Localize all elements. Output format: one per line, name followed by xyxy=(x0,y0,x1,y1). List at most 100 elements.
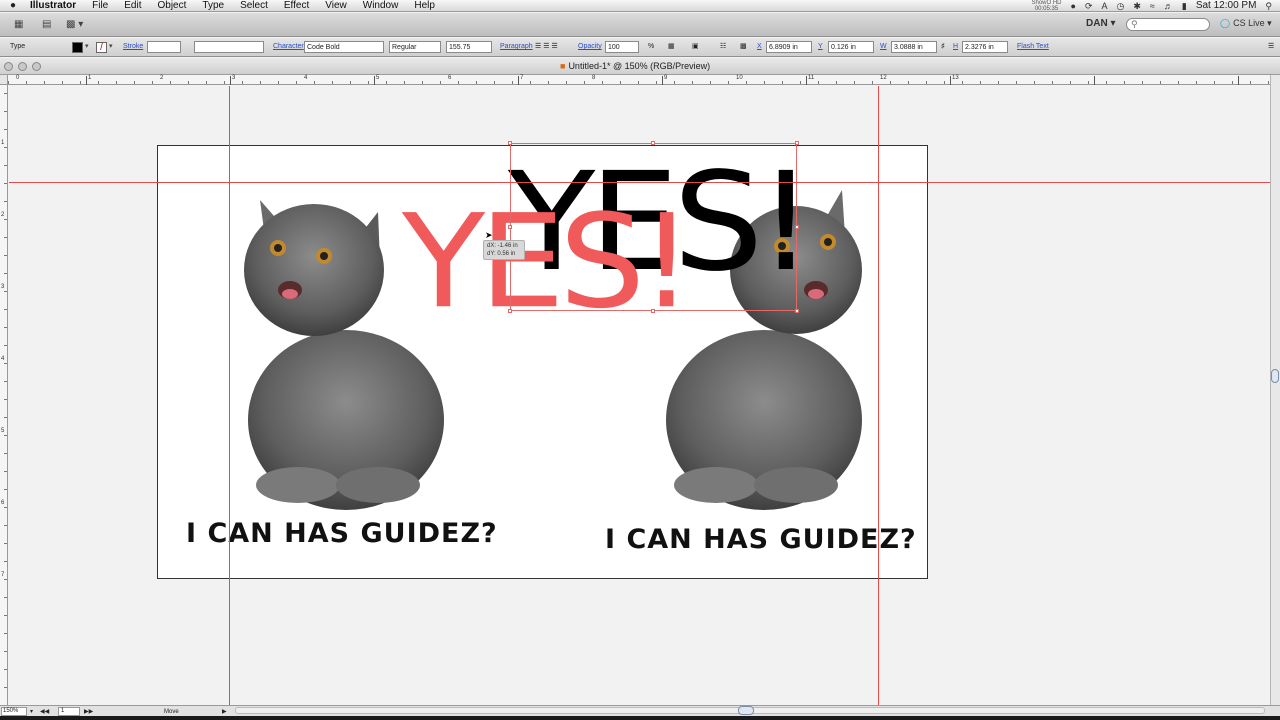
selection-handle[interactable] xyxy=(508,141,512,145)
caption-left[interactable]: I CAN HAS GUIDEZ? xyxy=(186,518,498,549)
bluetooth-icon[interactable]: ✱ xyxy=(1133,0,1141,12)
cs-live-button[interactable]: ◯ CS Live ▾ xyxy=(1220,18,1272,29)
zoom-level-select[interactable]: 150% xyxy=(1,707,27,716)
menu-effect[interactable]: Effect xyxy=(276,0,317,12)
bridge-icon[interactable]: ▦ xyxy=(14,17,23,32)
menu-help[interactable]: Help xyxy=(406,0,443,12)
menu-edit[interactable]: Edit xyxy=(116,0,149,12)
fill-swatch[interactable] xyxy=(72,42,83,53)
workspace-layout-icon[interactable]: ▩ ▾ xyxy=(66,17,83,32)
battery-icon[interactable]: ▮ xyxy=(1182,0,1187,12)
menu-type[interactable]: Type xyxy=(194,0,232,12)
vertical-scrollbar[interactable] xyxy=(1270,75,1280,705)
zoom-dropdown-icon[interactable]: ▾ xyxy=(30,707,33,716)
ruler-origin[interactable] xyxy=(0,75,8,85)
selection-handle[interactable] xyxy=(651,309,655,313)
reference-point-icon[interactable]: ▩ xyxy=(740,41,747,53)
horizontal-ruler[interactable] xyxy=(8,75,1270,85)
spotlight-search-icon[interactable]: ⚲ xyxy=(1265,0,1272,12)
font-family-select[interactable]: Code Bold xyxy=(304,41,384,53)
opacity-percent: % xyxy=(648,43,655,50)
ruler-label: 10 xyxy=(736,75,743,81)
menu-window[interactable]: Window xyxy=(355,0,407,12)
ruler-label: 4 xyxy=(1,356,5,362)
menubar-clock[interactable]: Sat 12:00 PM xyxy=(1196,0,1257,12)
panel-menu-icon[interactable]: ☰ xyxy=(1268,41,1274,53)
flash-text-link[interactable]: Flash Text xyxy=(1017,41,1049,53)
vertical-guide[interactable] xyxy=(878,86,879,705)
status-menu-icon[interactable]: ▶ xyxy=(222,707,227,716)
menu-view[interactable]: View xyxy=(317,0,355,12)
x-label[interactable]: X xyxy=(757,41,762,53)
close-window-button[interactable] xyxy=(4,62,13,71)
workspace-switcher[interactable]: DAN ▾ xyxy=(1086,18,1115,29)
arrange-documents-icon[interactable]: ▤ xyxy=(42,17,51,32)
status-dot-icon[interactable]: ● xyxy=(1071,0,1076,12)
document-title-text: Untitled-1* @ 150% (RGB/Preview) xyxy=(568,61,711,71)
menubar: ● Illustrator File Edit Object Type Sele… xyxy=(0,0,1280,12)
selection-bounding-box[interactable] xyxy=(510,143,797,311)
horizontal-scroll-thumb[interactable] xyxy=(738,706,754,715)
next-artboard-icon[interactable]: ▶▶ xyxy=(84,707,93,716)
menu-file[interactable]: File xyxy=(84,0,116,12)
font-size-input[interactable]: 155.75 xyxy=(446,41,492,53)
wifi-icon[interactable]: ≈ xyxy=(1150,0,1155,12)
menu-object[interactable]: Object xyxy=(149,0,194,12)
cs-live-label: CS Live xyxy=(1233,18,1265,28)
height-input[interactable]: 2.3276 in xyxy=(962,41,1008,53)
selection-handle[interactable] xyxy=(795,141,799,145)
fill-dropdown-icon[interactable]: ▾ xyxy=(85,41,89,53)
time-machine-icon[interactable]: ◷ xyxy=(1117,0,1125,12)
vertical-guide[interactable] xyxy=(229,86,230,705)
minimize-window-button[interactable] xyxy=(18,62,27,71)
menubar-status-area: ShowO HD 00:05:35 ● ⟳ A ◷ ✱ ≈ ♬ ▮ Sat 12… xyxy=(1031,0,1280,12)
ruler-major-tick xyxy=(374,76,375,85)
selection-handle[interactable] xyxy=(508,309,512,313)
align-buttons[interactable]: ☰☰☰ xyxy=(535,41,560,53)
font-style-select[interactable]: Regular xyxy=(389,41,441,53)
horizontal-guide[interactable] xyxy=(9,182,1270,183)
ruler-label: 11 xyxy=(808,75,815,81)
paragraph-panel-link[interactable]: Paragraph xyxy=(500,41,533,53)
align-icon[interactable]: ☷ xyxy=(720,41,726,53)
x-position-input[interactable]: 6.8909 in xyxy=(766,41,812,53)
selection-handle[interactable] xyxy=(795,309,799,313)
zoom-window-button[interactable] xyxy=(32,62,41,71)
width-input[interactable]: 3.0888 in xyxy=(891,41,937,53)
selection-handle[interactable] xyxy=(508,225,512,229)
help-search-input[interactable]: ⚲ xyxy=(1126,18,1210,31)
volume-icon[interactable]: ♬ xyxy=(1164,0,1173,12)
y-position-input[interactable]: 0.126 in xyxy=(828,41,874,53)
recolor-icon[interactable]: ▦ xyxy=(668,41,675,53)
h-label[interactable]: H xyxy=(953,41,958,53)
ruler-major-tick xyxy=(950,76,951,85)
ruler-label: 6 xyxy=(1,500,5,506)
opacity-panel-link[interactable]: Opacity xyxy=(578,41,602,53)
opacity-input[interactable]: 100 xyxy=(605,41,639,53)
sync-icon[interactable]: ⟳ xyxy=(1085,0,1093,12)
y-label[interactable]: Y xyxy=(818,41,823,53)
adobe-icon[interactable]: A xyxy=(1101,0,1107,12)
artboard-number-input[interactable]: 1 xyxy=(58,707,80,716)
recorder-status[interactable]: ShowO HD 00:05:35 xyxy=(1031,0,1061,12)
menu-app-name[interactable]: Illustrator xyxy=(26,0,84,12)
vertical-scroll-thumb[interactable] xyxy=(1271,369,1279,383)
stroke-swatch[interactable]: / xyxy=(96,42,107,53)
stroke-dropdown-icon[interactable]: ▾ xyxy=(109,41,113,53)
character-panel-link[interactable]: Character xyxy=(273,41,304,53)
constrain-proportions-icon[interactable]: ♯ xyxy=(941,41,945,53)
caption-right[interactable]: I CAN HAS GUIDEZ? xyxy=(605,524,917,555)
isolate-icon[interactable]: ▣ xyxy=(692,41,699,53)
selection-handle[interactable] xyxy=(795,225,799,229)
stroke-panel-link[interactable]: Stroke xyxy=(123,41,143,53)
variable-width-select[interactable] xyxy=(194,41,264,53)
w-label[interactable]: W xyxy=(880,41,887,53)
apple-menu-icon[interactable]: ● xyxy=(0,0,26,12)
menu-select[interactable]: Select xyxy=(232,0,276,12)
selection-handle[interactable] xyxy=(651,141,655,145)
vertical-ruler[interactable] xyxy=(0,75,8,705)
stroke-weight-input[interactable] xyxy=(147,41,181,53)
ruler-label: 0 xyxy=(16,75,20,81)
first-artboard-icon[interactable]: ◀◀ xyxy=(40,707,49,716)
application-bar: ▦ ▤ ▩ ▾ DAN ▾ ⚲ ◯ CS Live ▾ xyxy=(0,13,1280,37)
